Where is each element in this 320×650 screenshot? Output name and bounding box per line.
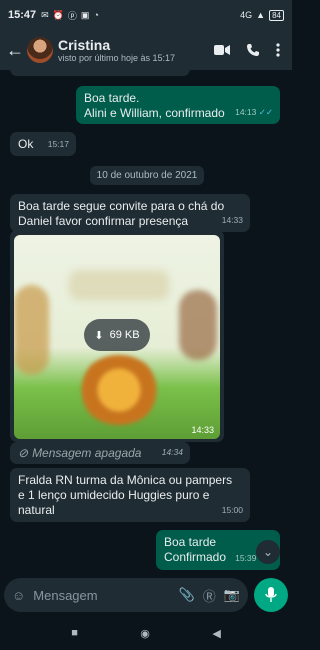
phone-icon[interactable]: [246, 43, 260, 57]
message-time: 14:13: [235, 107, 257, 117]
download-icon: ⬇: [94, 329, 104, 342]
home-icon[interactable]: ◉: [140, 627, 150, 640]
message-bubble-outgoing[interactable]: Boa tarde. Alini e William, confirmado 1…: [76, 86, 280, 124]
message-bubble-incoming[interactable]: Boa tarde segue convite para o chá do Da…: [10, 194, 250, 232]
chat-header: ← Cristina visto por último hoje às 15:1…: [0, 30, 292, 70]
contact-name: Cristina: [58, 37, 111, 53]
blocked-icon: ⊘: [18, 445, 29, 460]
status-bar: 15:47 ✉ ⏰ ⓟ ▣ ◔ 4G ▲ 84: [0, 0, 292, 30]
message-text: Boa tarde Confirmado: [164, 535, 227, 564]
message-text: Ok: [18, 137, 34, 151]
recents-icon[interactable]: ■: [71, 627, 78, 639]
blurred-title: [69, 270, 169, 300]
photo-icon: ▣: [80, 9, 90, 20]
pinterest-icon: ⓟ: [67, 10, 77, 21]
read-ticks-icon: ✓✓: [258, 107, 273, 117]
mic-icon: [265, 587, 277, 602]
system-nav-bar: ■ ◉ ◀: [0, 616, 292, 650]
contact-status: visto por último hoje às 15:17: [58, 53, 176, 63]
status-right: 4G ▲ 84: [240, 9, 284, 21]
back-arrow-icon[interactable]: ←: [6, 40, 24, 61]
monkey-illustration: [179, 290, 217, 360]
message-input[interactable]: ☺ Mensagem 📎 Ⓡ 📷: [4, 578, 248, 612]
message-bubble-clipped: [10, 70, 190, 76]
notification-icons: ✉ ⏰ ⓟ ▣ ◔: [41, 9, 99, 22]
message-bubble-incoming[interactable]: Ok 15:17: [10, 132, 76, 156]
scroll-to-bottom-button[interactable]: ⌄: [256, 540, 280, 564]
lion-illustration: [79, 355, 159, 425]
mail-icon: ✉: [41, 9, 49, 20]
network-label: 4G: [240, 10, 253, 20]
attach-icon[interactable]: 📎: [179, 587, 195, 603]
message-time: 15:00: [221, 505, 243, 515]
battery-icon: 84: [269, 9, 284, 21]
message-time: 14:33: [221, 215, 243, 225]
download-button[interactable]: ⬇ 69 KB: [84, 319, 150, 351]
message-bubble-incoming[interactable]: Fralda RN turma da Mônica ou pampers e 1…: [10, 468, 250, 522]
message-text: Boa tarde segue convite para o chá do Da…: [18, 199, 225, 228]
mic-button[interactable]: [254, 578, 288, 612]
message-time: 15:39: [235, 553, 257, 563]
back-icon[interactable]: ◀: [212, 627, 220, 640]
image-thumbnail-blurred[interactable]: ⬇ 69 KB 14:33: [14, 235, 220, 439]
more-options-icon[interactable]: [276, 43, 280, 57]
avatar[interactable]: [27, 37, 53, 63]
whatsapp-icon: ◔: [93, 10, 99, 20]
alarm-icon: ⏰: [52, 9, 64, 20]
composer: ☺ Mensagem 📎 Ⓡ 📷: [0, 578, 292, 616]
message-text: Boa tarde. Alini e William, confirmado: [84, 91, 225, 120]
message-time: 14:34: [161, 447, 183, 457]
video-call-icon[interactable]: [214, 44, 230, 56]
message-text: Mensagem apagada: [32, 445, 142, 460]
giraffe-illustration: [14, 285, 49, 375]
chevrons-down-icon: ⌄: [262, 545, 274, 559]
header-actions: [214, 43, 280, 57]
deleted-message[interactable]: ⊘ Mensagem apagada 14:34: [10, 442, 190, 464]
date-separator: 10 de outubro de 2021: [90, 166, 204, 185]
message-text: Fralda RN turma da Mônica ou pampers e 1…: [18, 473, 233, 517]
message-time: 14:33: [191, 425, 214, 435]
message-meta: 14:13 ✓✓: [235, 105, 273, 120]
contact-info[interactable]: Cristina visto por último hoje às 15:17: [58, 37, 175, 63]
message-placeholder: Mensagem: [33, 587, 98, 603]
message-time: 15:17: [47, 139, 69, 149]
status-time: 15:47: [8, 9, 37, 21]
payment-icon[interactable]: Ⓡ: [203, 586, 216, 605]
download-size: 69 KB: [109, 329, 140, 341]
signal-icon: ▲: [256, 10, 266, 20]
emoji-icon[interactable]: ☺: [12, 588, 25, 603]
camera-icon[interactable]: 📷: [224, 587, 240, 603]
message-list[interactable]: Boa tarde. Alini e William, confirmado 1…: [0, 70, 292, 578]
